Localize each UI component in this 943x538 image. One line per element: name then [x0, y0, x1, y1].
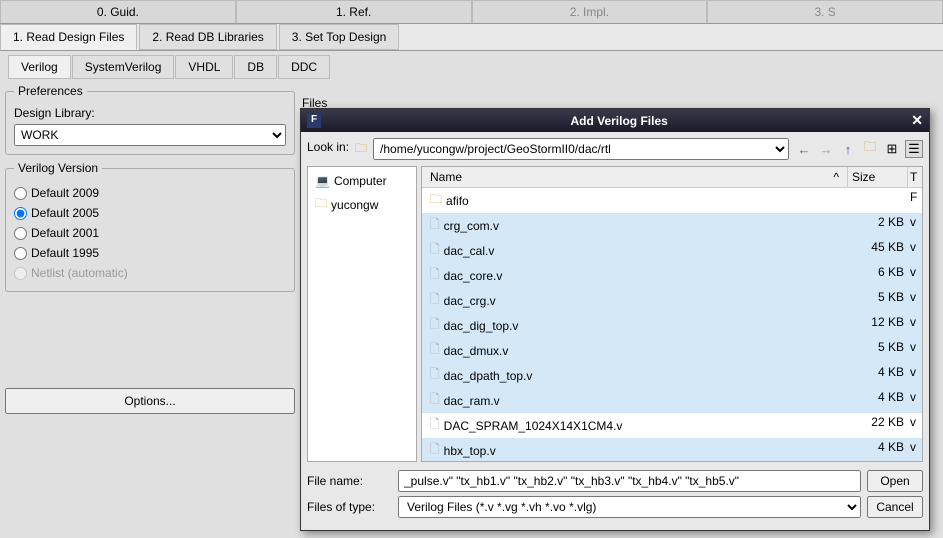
- tab-set-top[interactable]: 3. Set Top Design: [279, 24, 400, 50]
- folder-icon: 🗀: [430, 190, 442, 211]
- file-row[interactable]: 🗋dac_ram.v4 KBv: [422, 388, 922, 413]
- col-name[interactable]: Name^: [422, 167, 848, 187]
- filename-input[interactable]: [398, 470, 861, 492]
- dialog-titlebar[interactable]: F Add Verilog Files ✕: [301, 109, 929, 132]
- file-icon: 🗋: [430, 265, 440, 286]
- filename-label: File name:: [307, 474, 392, 488]
- tab-vhdl[interactable]: VHDL: [175, 55, 233, 79]
- place-computer[interactable]: 💻Computer: [312, 171, 412, 191]
- preferences-group: Preferences Design Library: WORK: [5, 84, 295, 155]
- forward-icon[interactable]: →: [817, 140, 835, 158]
- tab-systemverilog[interactable]: SystemVerilog: [72, 55, 175, 79]
- radio-netlist: [14, 267, 27, 280]
- verilog-version-legend: Verilog Version: [14, 161, 102, 175]
- tab-ref[interactable]: 1. Ref.: [236, 0, 472, 23]
- file-icon: 🗋: [430, 440, 440, 461]
- file-row[interactable]: 🗋crg_com.v2 KBv: [422, 213, 922, 238]
- radio-2005[interactable]: [14, 207, 27, 220]
- col-size[interactable]: Size: [848, 167, 908, 187]
- back-icon[interactable]: ←: [795, 140, 813, 158]
- tab-db[interactable]: DB: [234, 55, 277, 79]
- tab-read-db[interactable]: 2. Read DB Libraries: [139, 24, 276, 50]
- folder-icon: 🗀: [315, 194, 327, 215]
- file-row[interactable]: 🗋dac_cal.v45 KBv: [422, 238, 922, 263]
- file-icon: 🗋: [430, 240, 440, 261]
- file-row[interactable]: 🗋dac_crg.v5 KBv: [422, 288, 922, 313]
- new-folder-icon[interactable]: 🗀: [861, 140, 879, 158]
- radio-1995[interactable]: [14, 247, 27, 260]
- file-row[interactable]: 🗋dac_dmux.v5 KBv: [422, 338, 922, 363]
- lookin-path-select[interactable]: /home/yucongw/project/GeoStormII0/dac/rt…: [373, 138, 789, 160]
- file-icon: 🗋: [430, 390, 440, 411]
- file-icon: 🗋: [430, 215, 440, 236]
- col-type[interactable]: T: [908, 167, 922, 187]
- preferences-legend: Preferences: [14, 84, 87, 98]
- detail-view-icon[interactable]: ☰: [905, 140, 923, 158]
- file-list-header: Name^ Size T: [422, 167, 922, 188]
- sort-asc-icon: ^: [833, 170, 839, 184]
- design-library-select[interactable]: WORK: [14, 124, 286, 146]
- verilog-version-group: Verilog Version Default 2009 Default 200…: [5, 161, 295, 292]
- cancel-button[interactable]: Cancel: [867, 496, 923, 518]
- tab-read-design[interactable]: 1. Read Design Files: [0, 24, 137, 50]
- open-button[interactable]: Open: [867, 470, 923, 492]
- up-icon[interactable]: ↑: [839, 140, 857, 158]
- computer-icon: 💻: [315, 174, 330, 188]
- file-list[interactable]: Name^ Size T 🗀afifoF🗋crg_com.v2 KBv🗋dac_…: [421, 166, 923, 462]
- options-button[interactable]: Options...: [5, 388, 295, 414]
- list-view-icon[interactable]: ⊞: [883, 140, 901, 158]
- file-icon: 🗋: [430, 340, 440, 361]
- file-row[interactable]: 🗋dac_dpath_top.v4 KBv: [422, 363, 922, 388]
- file-icon: 🗋: [430, 365, 440, 386]
- file-icon: 🗋: [430, 415, 440, 436]
- tab-verilog[interactable]: Verilog: [8, 55, 71, 79]
- file-row[interactable]: 🗋dac_core.v6 KBv: [422, 263, 922, 288]
- file-icon: 🗋: [430, 290, 440, 311]
- folder-icon: 🗀: [355, 139, 367, 160]
- tab-guid[interactable]: 0. Guid.: [0, 0, 236, 23]
- hdl-tabs: Verilog SystemVerilog VHDL DB DDC: [8, 55, 943, 79]
- folder-row[interactable]: 🗀afifoF: [422, 188, 922, 213]
- tab-3[interactable]: 3. S: [707, 0, 943, 23]
- file-row[interactable]: 🗋dac_dig_top.v12 KBv: [422, 313, 922, 338]
- tab-ddc[interactable]: DDC: [278, 55, 330, 79]
- file-icon: 🗋: [430, 315, 440, 336]
- radio-2001[interactable]: [14, 227, 27, 240]
- place-home[interactable]: 🗀yucongw: [312, 191, 412, 218]
- close-icon[interactable]: ✕: [911, 112, 923, 129]
- app-icon: F: [307, 114, 321, 128]
- phase-tabs: 0. Guid. 1. Ref. 2. Impl. 3. S: [0, 0, 943, 24]
- file-row[interactable]: 🗋hbx_top.v4 KBv: [422, 438, 922, 462]
- design-library-label: Design Library:: [14, 106, 286, 120]
- filetype-select[interactable]: Verilog Files (*.v *.vg *.vh *.vo *.vlg): [398, 496, 861, 518]
- places-sidebar: 💻Computer 🗀yucongw: [307, 166, 417, 462]
- step-tabs: 1. Read Design Files 2. Read DB Librarie…: [0, 24, 943, 51]
- tab-impl[interactable]: 2. Impl.: [472, 0, 708, 23]
- filetype-label: Files of type:: [307, 500, 392, 514]
- radio-2009[interactable]: [14, 187, 27, 200]
- dialog-title: Add Verilog Files: [327, 114, 911, 128]
- file-row[interactable]: 🗋DAC_SPRAM_1024X14X1CM4.v22 KBv: [422, 413, 922, 438]
- add-verilog-files-dialog: F Add Verilog Files ✕ Look in: 🗀 /home/y…: [300, 108, 930, 531]
- lookin-label: Look in:: [307, 140, 349, 154]
